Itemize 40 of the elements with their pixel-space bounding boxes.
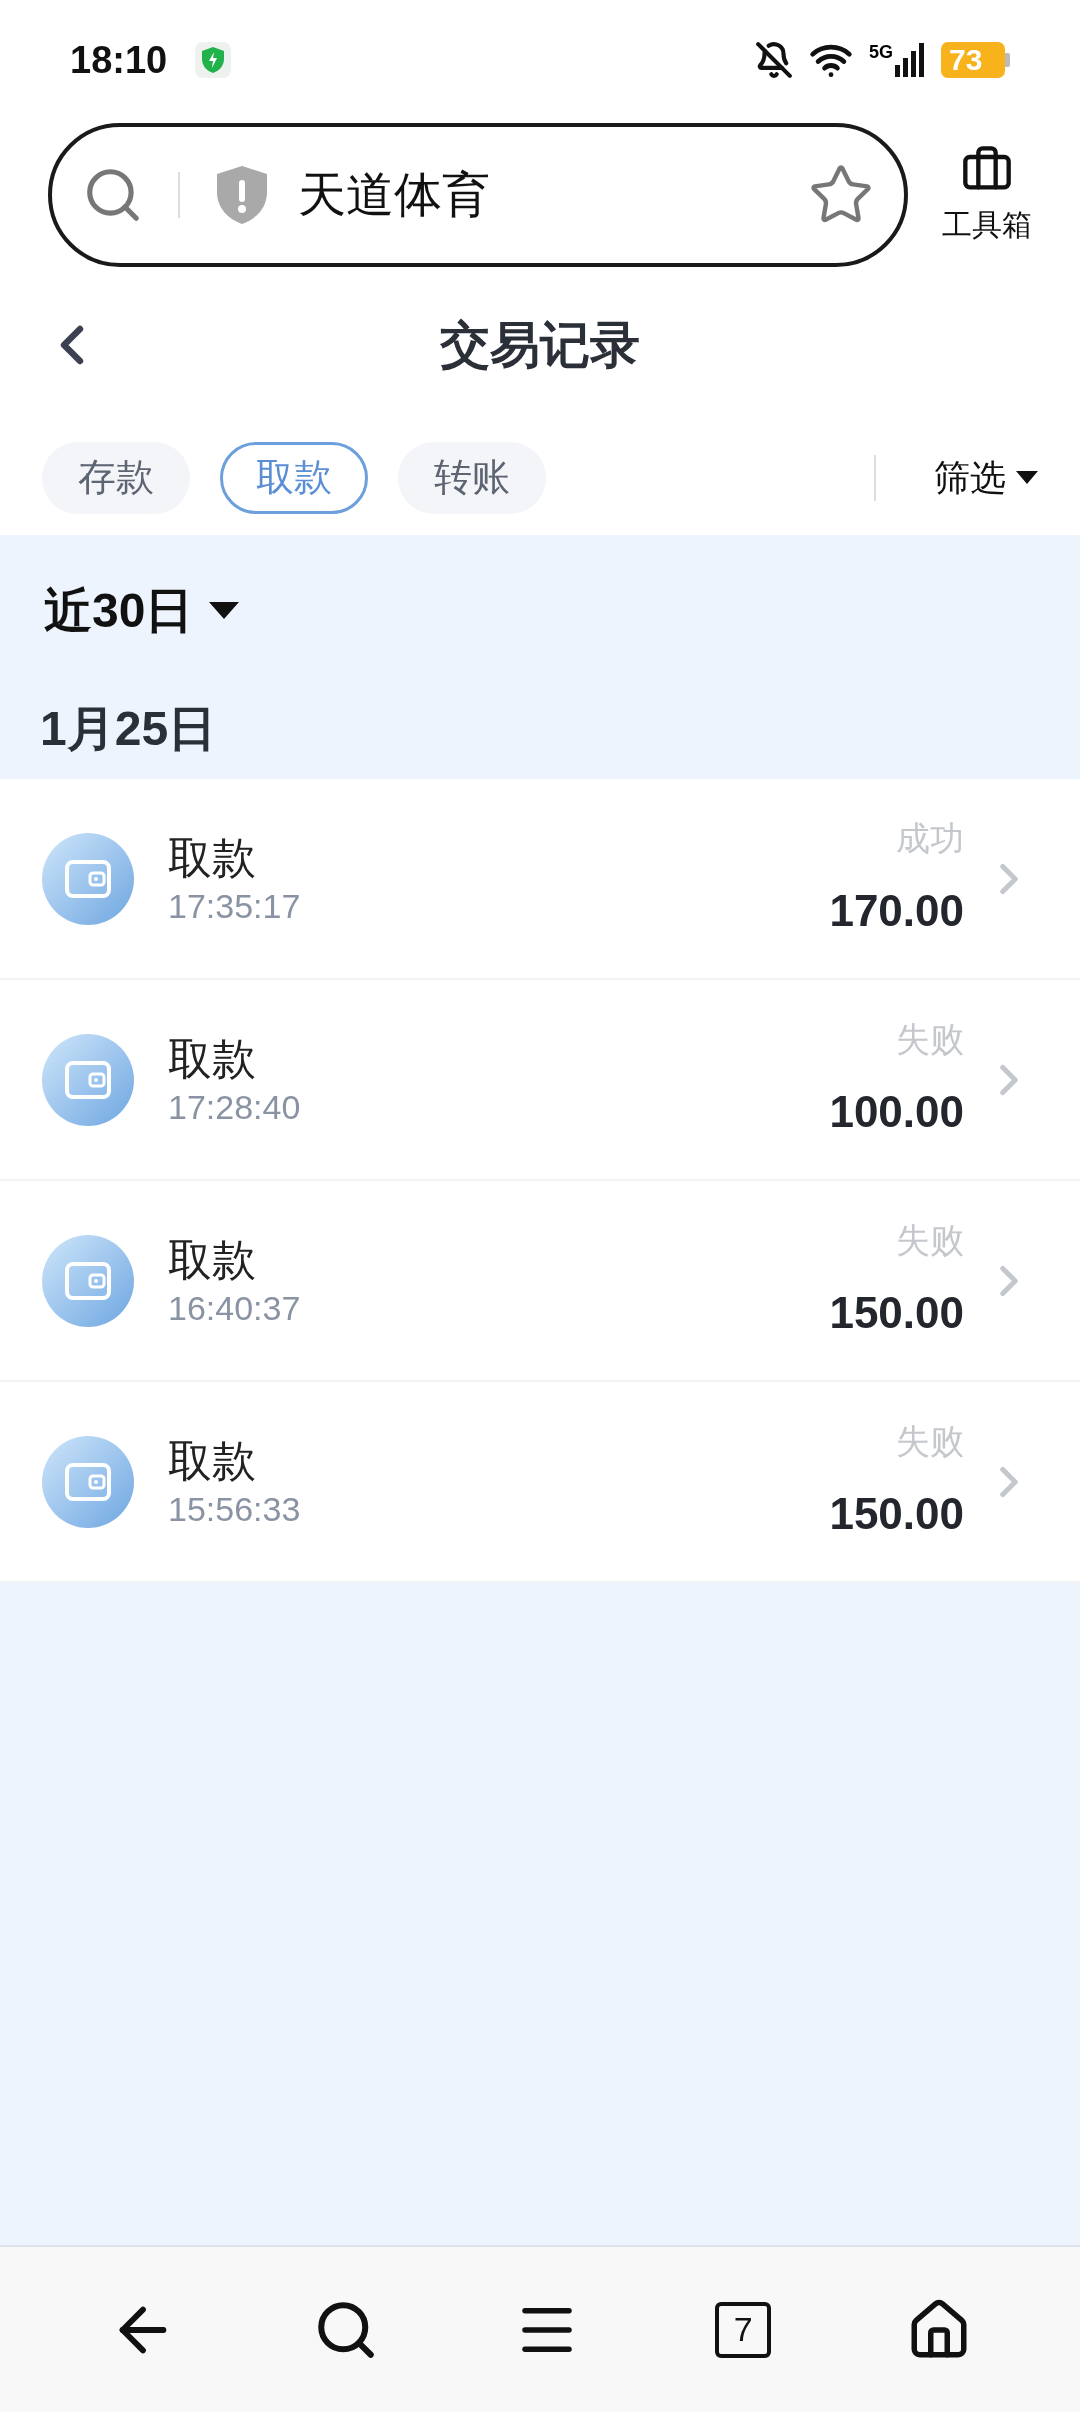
transaction-row[interactable]: 取款 15:56:33 失败 150.00	[0, 1382, 1080, 1583]
signal-icon	[895, 43, 925, 77]
date-heading: 1月25日	[40, 702, 217, 755]
transaction-time: 15:56:33	[168, 1488, 302, 1530]
transaction-row[interactable]: 取款 17:28:40 失败 100.00	[0, 980, 1080, 1181]
transaction-time: 16:40:37	[168, 1287, 302, 1329]
transaction-status: 成功	[896, 818, 964, 859]
transaction-amount: 100.00	[829, 1086, 964, 1138]
transaction-row[interactable]: 取款 17:35:17 成功 170.00	[0, 779, 1080, 980]
tab-count[interactable]: 7	[715, 2301, 772, 2358]
caret-icon	[209, 602, 240, 620]
transaction-amount: 170.00	[829, 885, 964, 937]
transaction-amount: 150.00	[829, 1287, 964, 1339]
filter-tab[interactable]: 转账	[398, 441, 546, 514]
address-text: 天道体育	[298, 167, 491, 223]
transaction-type: 取款	[168, 831, 257, 884]
transaction-time: 17:28:40	[168, 1086, 302, 1128]
status-time: 18:10	[70, 37, 168, 83]
toolbox-button[interactable]: 工具箱	[942, 143, 1032, 247]
mute-icon	[755, 41, 793, 79]
transaction-type: 取款	[168, 1233, 257, 1286]
filter-dropdown[interactable]: 筛选	[934, 450, 1038, 505]
page-title: 交易记录	[440, 315, 640, 375]
filter-tab[interactable]: 存款	[42, 441, 190, 514]
transaction-status: 失败	[896, 1019, 964, 1060]
transaction-status: 失败	[896, 1421, 964, 1462]
caret-icon	[1016, 470, 1038, 485]
transaction-amount: 150.00	[829, 1488, 964, 1540]
address-bar[interactable]: 天道体育	[48, 123, 908, 267]
transaction-type: 取款	[168, 1032, 257, 1085]
battery-level: 73	[941, 42, 1005, 78]
transaction-type: 取款	[168, 1434, 257, 1487]
network-label: 5G	[869, 43, 893, 61]
warning-shield-icon	[214, 164, 270, 226]
battery-tip-icon	[1005, 53, 1010, 67]
shield-icon	[195, 42, 232, 78]
transaction-status: 失败	[896, 1220, 964, 1261]
transaction-time: 17:35:17	[168, 885, 302, 927]
transaction-row[interactable]: 取款 16:40:37 失败 150.00	[0, 1181, 1080, 1382]
period-dropdown[interactable]: 近30日	[44, 575, 240, 647]
